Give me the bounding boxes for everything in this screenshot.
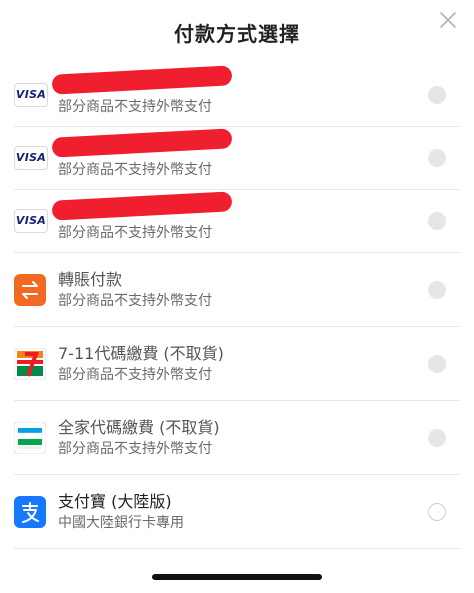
payment-method-visa-3[interactable]: VISA 部分商品不支持外幣支付: [14, 190, 460, 253]
method-name: 轉賬付款: [58, 269, 123, 289]
method-subtitle: 部分商品不支持外幣支付: [58, 440, 212, 457]
visa-icon: VISA: [14, 83, 48, 107]
transfer-arrows-icon: [14, 273, 46, 306]
payment-method-familymart[interactable]: 全家代碼繳費 (不取貨) 部分商品不支持外幣支付: [14, 401, 460, 475]
radio-button[interactable]: [428, 502, 446, 521]
page-title: 付款方式選擇: [174, 22, 300, 46]
redacted-card-number: [51, 128, 233, 158]
method-subtitle: 部分商品不支持外幣支付: [58, 225, 212, 242]
radio-button[interactable]: [428, 354, 446, 373]
method-subtitle: 中國大陸銀行卡專用: [58, 514, 184, 531]
method-subtitle: 部分商品不支持外幣支付: [58, 366, 212, 383]
close-icon[interactable]: [436, 8, 460, 32]
payment-method-visa-2[interactable]: VISA 部分商品不支持外幣支付: [14, 127, 460, 190]
payment-method-711[interactable]: 7-11代碼繳費 (不取貨) 部分商品不支持外幣支付: [14, 327, 460, 401]
visa-icon: VISA: [14, 209, 48, 233]
method-name: 支付寶 (大陸版): [58, 491, 172, 511]
familymart-icon: [14, 421, 46, 454]
modal-header: 付款方式選擇: [0, 0, 474, 64]
radio-button[interactable]: [428, 149, 446, 167]
seven-eleven-icon: [14, 347, 46, 380]
radio-button[interactable]: [428, 280, 446, 299]
visa-icon: VISA: [14, 146, 48, 170]
redacted-card-number: [51, 65, 233, 95]
method-name: 7-11代碼繳費 (不取貨): [58, 343, 224, 363]
method-name: 全家代碼繳費 (不取貨): [58, 417, 220, 437]
redacted-card-number: [51, 191, 233, 221]
radio-button[interactable]: [428, 428, 446, 447]
payment-method-transfer[interactable]: 轉賬付款 部分商品不支持外幣支付: [14, 253, 460, 327]
radio-button[interactable]: [428, 86, 446, 104]
alipay-icon: [14, 495, 46, 528]
method-subtitle: 部分商品不支持外幣支付: [58, 292, 212, 309]
method-subtitle: 部分商品不支持外幣支付: [58, 162, 212, 179]
payment-method-visa-1[interactable]: VISA 部分商品不支持外幣支付: [14, 64, 460, 127]
payment-method-alipay[interactable]: 支付寶 (大陸版) 中國大陸銀行卡專用: [14, 475, 460, 549]
payment-method-list: VISA 部分商品不支持外幣支付 VISA 部分商品不支持外幣支付 VISA 部…: [0, 64, 474, 549]
radio-button[interactable]: [428, 212, 446, 230]
method-subtitle: 部分商品不支持外幣支付: [58, 99, 212, 116]
home-indicator: [152, 574, 322, 580]
